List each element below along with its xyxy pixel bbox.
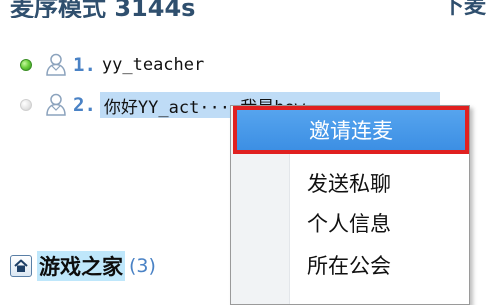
online-status-icon: [20, 59, 32, 71]
offline-status-icon: [20, 99, 32, 111]
leave-mic-button[interactable]: 下麦: [442, 0, 486, 18]
user-context-menu: 邀请连麦 发送私聊 个人信息 所在公会: [230, 105, 470, 305]
channel-item[interactable]: 游戏之家 (3): [10, 251, 156, 281]
mic-mode-title: 麦序模式 3144s: [10, 0, 196, 18]
channel-name: 游戏之家: [37, 251, 125, 281]
menu-item-invite-to-mic[interactable]: 邀请连麦: [233, 106, 469, 154]
mic-queue-username: yy_teacher: [101, 55, 205, 75]
menu-item-guild[interactable]: 所在公会: [235, 246, 465, 284]
mic-queue-header: 麦序模式 3144s 下麦: [0, 0, 494, 18]
home-icon: [10, 255, 32, 277]
menu-item-send-private-message[interactable]: 发送私聊: [235, 164, 465, 202]
mic-queue-index: 2.: [73, 94, 96, 116]
user-icon: [46, 53, 66, 76]
mic-queue-index: 1.: [73, 54, 96, 76]
menu-item-personal-info[interactable]: 个人信息: [235, 204, 465, 242]
mic-queue-item[interactable]: 1. yy_teacher: [0, 50, 300, 80]
channel-user-count: (3): [129, 255, 156, 277]
user-icon: [46, 93, 66, 116]
